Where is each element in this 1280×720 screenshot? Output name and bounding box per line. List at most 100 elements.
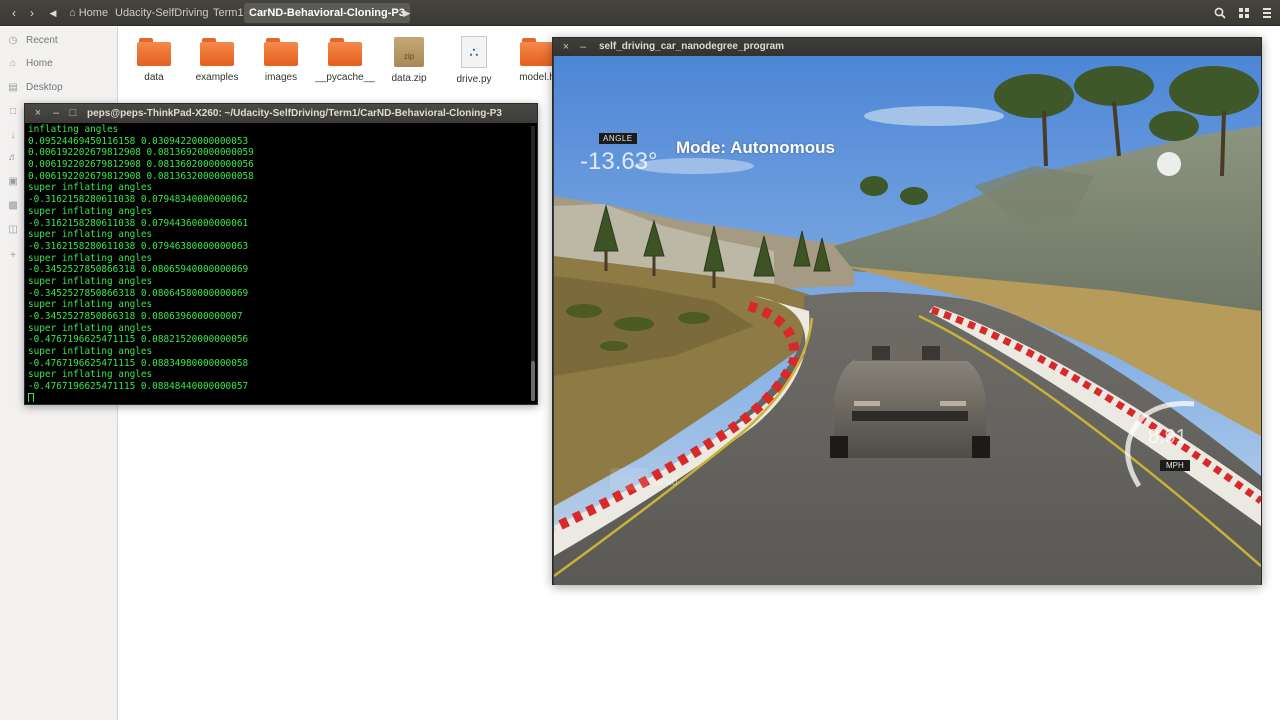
terminal-titlebar[interactable]: × – □ peps@peps-ThinkPad-X260: ~/Udacity…	[25, 104, 537, 123]
menu-button[interactable]	[1258, 3, 1276, 23]
minimize-button[interactable]: –	[576, 40, 590, 54]
python-file-icon: ∴	[461, 36, 487, 68]
mode-indicator: Mode: Autonomous	[676, 138, 835, 157]
minimize-button[interactable]: –	[49, 106, 63, 120]
terminal-line: 0.09524469450116158 0.03094220000000053	[28, 135, 249, 147]
chevron-left-icon: ‹	[12, 6, 16, 20]
terminal-line: -0.4767196625471115 0.08848440000000057	[28, 381, 249, 393]
simulator-window[interactable]: × – self_driving_car_nanodegree_program	[552, 37, 1262, 585]
maximize-button[interactable]: □	[66, 106, 80, 120]
terminal-line: -0.3162158280611038 0.07946380000000063	[28, 240, 249, 252]
folder-icon	[200, 38, 234, 66]
file-item-drive-py[interactable]: ∴ drive.py	[439, 35, 509, 85]
terminal-line: super inflating angles	[28, 346, 153, 358]
path-scroll-right-button[interactable]: ▶	[400, 3, 414, 23]
sidebar-item-desktop[interactable]: ▤ Desktop	[6, 77, 62, 99]
file-label: drive.py	[456, 74, 492, 85]
file-item-data[interactable]: data	[119, 35, 189, 83]
terminal-line: inflating angles	[28, 124, 119, 135]
driving-scene	[554, 56, 1261, 585]
terminal-line: super inflating angles	[28, 275, 153, 287]
search-icon	[1214, 7, 1226, 19]
folder-icon	[264, 38, 298, 66]
close-button[interactable]: ×	[31, 106, 45, 120]
camera-icon: ▣	[8, 176, 18, 187]
sidebar-item-downloads[interactable]: ↓	[6, 125, 26, 147]
home-icon: ⌂	[9, 58, 17, 69]
breadcrumb-udacity[interactable]: Udacity-SelfDriving	[110, 3, 214, 23]
cursor-icon	[28, 393, 34, 402]
file-label: data.zip	[391, 73, 427, 84]
minimize-icon: –	[52, 107, 60, 119]
terminal-line: -0.3162158280611038 0.07948340000000062	[28, 194, 249, 206]
music-icon: ♬	[8, 152, 18, 163]
video-icon: ▩	[8, 200, 18, 211]
file-item-images[interactable]: images	[246, 35, 316, 83]
terminal-line: super inflating angles	[28, 229, 153, 241]
file-label: data	[144, 72, 164, 83]
file-item-examples[interactable]: examples	[182, 35, 252, 83]
back-button[interactable]: ‹	[4, 3, 24, 23]
terminal-line: -0.4767196625471115 0.08821520000000056	[28, 334, 249, 346]
file-item-data-zip[interactable]: zip data.zip	[374, 35, 444, 84]
terminal-line: -0.3452527850866318 0.08064580000000069	[28, 287, 249, 299]
terminal-line: super inflating angles	[28, 369, 153, 381]
terminal-line: -0.3162158280611038 0.07944360000000061	[28, 217, 249, 229]
folder-icon	[137, 38, 171, 66]
terminal-line: 0.006192202679812908 0.08136020000000056	[28, 159, 254, 171]
speed-unit-label: MPH	[1160, 460, 1190, 471]
terminal-line: super inflating angles	[28, 299, 153, 311]
archive-icon: zip	[394, 37, 424, 67]
forward-button[interactable]: ›	[22, 3, 42, 23]
terminal-line: super inflating angles	[28, 182, 153, 194]
terminal-line: -0.3452527850866318 0.0806396000000007	[28, 311, 243, 322]
terminal-line: super inflating angles	[28, 322, 153, 334]
breadcrumb-current[interactable]: CarND-Behavioral-Cloning-P3	[244, 3, 410, 23]
terminal-scrollbar[interactable]	[531, 126, 535, 401]
file-label: images	[264, 72, 298, 83]
breadcrumb-term1[interactable]: Term1	[208, 3, 249, 23]
sidebar-item-music[interactable]: ♬	[6, 147, 26, 169]
sidebar-item-other[interactable]: +	[6, 245, 26, 267]
angle-label: ANGLE	[599, 133, 637, 144]
file-item-pycache[interactable]: __pycache__	[310, 35, 380, 83]
path-scroll-left-button[interactable]: ◀	[46, 3, 60, 23]
search-button[interactable]	[1210, 3, 1230, 23]
speed-readout: 8.91	[1148, 426, 1187, 448]
breadcrumb-home[interactable]: ⌂ Home	[64, 3, 113, 23]
close-button[interactable]: ×	[559, 40, 573, 54]
simulator-titlebar[interactable]: × – self_driving_car_nanodegree_program	[553, 38, 1261, 56]
close-icon: ×	[562, 41, 570, 53]
menu-button[interactable]: MENU	[654, 478, 678, 487]
terminal-line: 0.006192202679812908 0.08136320000000058	[28, 170, 254, 182]
folder-icon	[328, 38, 362, 66]
terminal-line: -0.4767196625471115 0.08834980000000058	[28, 357, 249, 369]
sidebar-item-trash[interactable]: ◫	[6, 219, 26, 241]
terminal-line: super inflating angles	[28, 252, 153, 264]
file-label: __pycache__	[315, 72, 375, 83]
terminal-line: super inflating angles	[28, 205, 153, 217]
close-icon: ×	[34, 107, 42, 119]
download-icon: ↓	[10, 130, 16, 141]
maximize-icon: □	[69, 107, 77, 119]
simulator-title: self_driving_car_nanodegree_program	[599, 41, 785, 52]
document-icon: □	[9, 106, 17, 117]
minimize-icon: –	[579, 41, 587, 53]
terminal-line: 0.006192202679812908 0.08136920000000059	[28, 147, 254, 159]
sidebar-item-recent[interactable]: ◷ Recent	[6, 30, 58, 52]
home-icon: ⌂	[69, 7, 76, 19]
terminal-output[interactable]: inflating angles 0.09524469450116158 0.03…	[27, 124, 525, 402]
grid-view-button[interactable]	[1234, 3, 1254, 23]
terminal-line: -0.3452527850866318 0.08065940000000069	[28, 264, 249, 276]
hamburger-icon	[1263, 8, 1271, 18]
sidebar-item-pictures[interactable]: ▣	[6, 171, 26, 193]
grid-icon	[1239, 8, 1249, 18]
sidebar-item-home[interactable]: ⌂ Home	[6, 53, 53, 75]
simulator-viewport[interactable]: ANGLE -13.63° Mode: Autonomous MENU 8.91…	[554, 56, 1261, 585]
terminal-prompt[interactable]	[28, 393, 525, 402]
file-label: examples	[195, 72, 239, 83]
sidebar-item-videos[interactable]: ▩	[6, 195, 26, 217]
terminal-window[interactable]: × – □ peps@peps-ThinkPad-X260: ~/Udacity…	[24, 103, 538, 405]
chevron-right-icon: ›	[30, 6, 34, 20]
sidebar-item-documents[interactable]: □	[6, 101, 26, 123]
